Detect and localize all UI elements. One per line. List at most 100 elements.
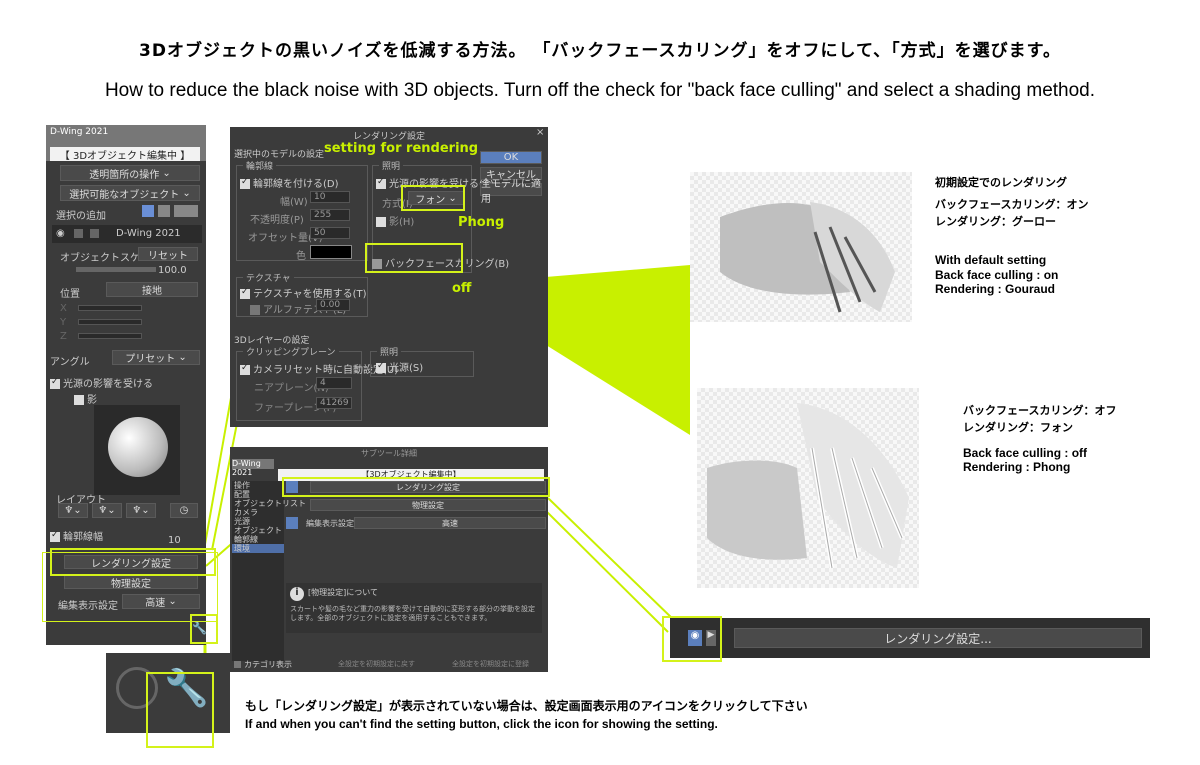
x-label: X: [60, 303, 67, 314]
reset-button[interactable]: リセット: [138, 247, 198, 262]
render1-jp-line2: レンダリング：グーロー: [935, 215, 1056, 228]
z-label: Z: [60, 331, 67, 342]
light-sphere[interactable]: [108, 417, 168, 477]
highlight-backface: [365, 243, 463, 273]
light2-group-title: 照明: [377, 345, 402, 358]
info-title: [物理設定]について: [308, 588, 379, 597]
wing-shape-1: [720, 202, 895, 313]
line-to-zoom-bar-2: [539, 504, 669, 633]
eye-icon-2[interactable]: [286, 517, 298, 529]
angle-label: アングル: [50, 357, 90, 368]
outline-width-row[interactable]: 輪郭線幅: [50, 528, 103, 543]
layout-icon-2[interactable]: ♆⌄: [92, 503, 122, 518]
panel-version: D-Wing 2021: [50, 127, 109, 137]
category-list: 操作 配置 オブジェクトリスト カメラ 光源 オブジェクト 輪郭線 環境: [232, 481, 306, 661]
layout-icon-1[interactable]: ♆⌄: [58, 503, 88, 518]
dialog-close-icon[interactable]: ×: [536, 127, 544, 138]
near-field[interactable]: 4: [316, 377, 352, 389]
layer-row[interactable]: ◉ D-Wing 2021: [52, 225, 202, 243]
use-texture-row[interactable]: テクスチャを使用する(T): [240, 285, 367, 300]
light-source-checkbox[interactable]: [376, 363, 386, 373]
panel-mode: 【 3Dオブジェクト編集中 】: [50, 147, 200, 162]
category-1[interactable]: 配置: [232, 490, 284, 499]
receive-light-checkbox[interactable]: [376, 179, 386, 189]
layout-clock-icon[interactable]: ◷: [170, 503, 198, 518]
light-affect-row[interactable]: 光源の影響を受ける: [50, 375, 153, 390]
highlight-subtool-render: [282, 477, 550, 497]
y-field[interactable]: [78, 319, 142, 325]
alpha-field[interactable]: 0.00: [316, 299, 350, 311]
category-2[interactable]: オブジェクトリスト: [232, 499, 306, 508]
subtool-edit-display-dropdown[interactable]: 高速: [354, 517, 546, 529]
highlight-method: [401, 185, 465, 211]
z-field[interactable]: [78, 333, 142, 339]
outline-width-value: 10: [168, 535, 181, 546]
category-6[interactable]: 輪郭線: [232, 535, 284, 544]
add-outline-checkbox[interactable]: [240, 179, 250, 189]
category-4[interactable]: 光源: [232, 517, 284, 526]
show-category-checkbox[interactable]: [234, 661, 241, 668]
eye-icon[interactable]: ◉: [56, 228, 65, 239]
use-texture-checkbox[interactable]: [240, 289, 250, 299]
alpha-test-checkbox[interactable]: [250, 305, 260, 315]
category-0[interactable]: 操作: [232, 481, 284, 490]
category-3[interactable]: カメラ: [232, 508, 284, 517]
zoom-render-bar: ◉ ▶ レンダリング設定...: [670, 618, 1150, 658]
render1-jp-title: 初期設定でのレンダリング: [935, 176, 1067, 189]
render2-en-line2: Rendering : Phong: [963, 460, 1071, 474]
ground-button[interactable]: 接地: [106, 282, 198, 297]
layer-name: D-Wing 2021: [116, 228, 181, 239]
category-5[interactable]: オブジェクト: [232, 526, 284, 535]
offset-field[interactable]: 50: [310, 227, 350, 239]
save-all-button[interactable]: 全設定を初期設定に登録: [452, 659, 529, 669]
selection-new-icon[interactable]: [142, 205, 154, 217]
zoom-render-button[interactable]: レンダリング設定...: [734, 628, 1142, 648]
bottom-note-en: If and when you can't find the setting b…: [245, 717, 718, 731]
selection-add-icon[interactable]: [158, 205, 170, 217]
texture-group-title: テクスチャ: [243, 271, 294, 284]
render-gouraud: [690, 172, 912, 322]
shadow-checkbox[interactable]: [376, 217, 386, 227]
light-preview[interactable]: [94, 405, 180, 495]
transparent-op-dropdown[interactable]: 透明箇所の操作 ⌄: [60, 165, 200, 181]
annotation-phong: Phong: [458, 215, 505, 230]
preset-button[interactable]: プリセット ⌄: [112, 350, 200, 365]
width-field[interactable]: 10: [310, 191, 350, 203]
selection-sub-icon[interactable]: [174, 205, 198, 217]
rendering-dialog: レンダリング設定 × 選択中のモデルの設定 輪郭線 輪郭線を付ける(D) 幅(W…: [230, 127, 548, 427]
outline-width-checkbox[interactable]: [50, 532, 60, 542]
add-selection-label: 選択の追加: [56, 211, 106, 222]
apply-all-button[interactable]: 全モデルに適用: [480, 179, 542, 205]
outline-group-title: 輪郭線: [243, 159, 277, 172]
wing-shape-2: [707, 403, 909, 569]
scale-value: 100.0: [158, 265, 187, 276]
lock-icon[interactable]: [74, 229, 83, 238]
scale-slider[interactable]: [76, 267, 156, 272]
category-7[interactable]: 環境: [232, 544, 284, 553]
render2-jp-line2: レンダリング：フォン: [963, 421, 1073, 434]
reset-all-button[interactable]: 全設定を初期設定に戻す: [338, 659, 415, 669]
highlight-render-group: [42, 552, 218, 622]
show-category-row[interactable]: カテゴリ表示: [234, 659, 292, 670]
auto-camera-checkbox[interactable]: [240, 365, 250, 375]
render1-en-line1: Back face culling : on: [935, 268, 1059, 282]
opacity-field[interactable]: 255: [310, 209, 350, 221]
add-outline-row[interactable]: 輪郭線を付ける(D): [240, 175, 339, 190]
layout-icon-3[interactable]: ♆⌄: [126, 503, 156, 518]
shadow-row[interactable]: 影: [74, 391, 97, 406]
light-affect-checkbox[interactable]: [50, 379, 60, 389]
clipping-group-title: クリッピングプレーン: [243, 345, 339, 358]
subtool-physics-button[interactable]: 物理設定: [310, 499, 546, 511]
x-field[interactable]: [78, 305, 142, 311]
ok-button[interactable]: OK: [480, 151, 542, 164]
line-to-zoom-bar: [547, 497, 677, 623]
light-source-row[interactable]: 光源(S): [376, 359, 423, 374]
render1-en-title: With default setting: [935, 253, 1047, 267]
render-phong: [697, 388, 919, 588]
outline-color-swatch[interactable]: [310, 245, 352, 259]
far-field[interactable]: 41269: [316, 397, 352, 409]
layer-color-icon[interactable]: [90, 229, 99, 238]
shadow-checkbox[interactable]: [74, 395, 84, 405]
selectable-object-dropdown[interactable]: 選択可能なオブジェクト ⌄: [60, 185, 200, 201]
shadow-row[interactable]: 影(H): [376, 213, 414, 228]
